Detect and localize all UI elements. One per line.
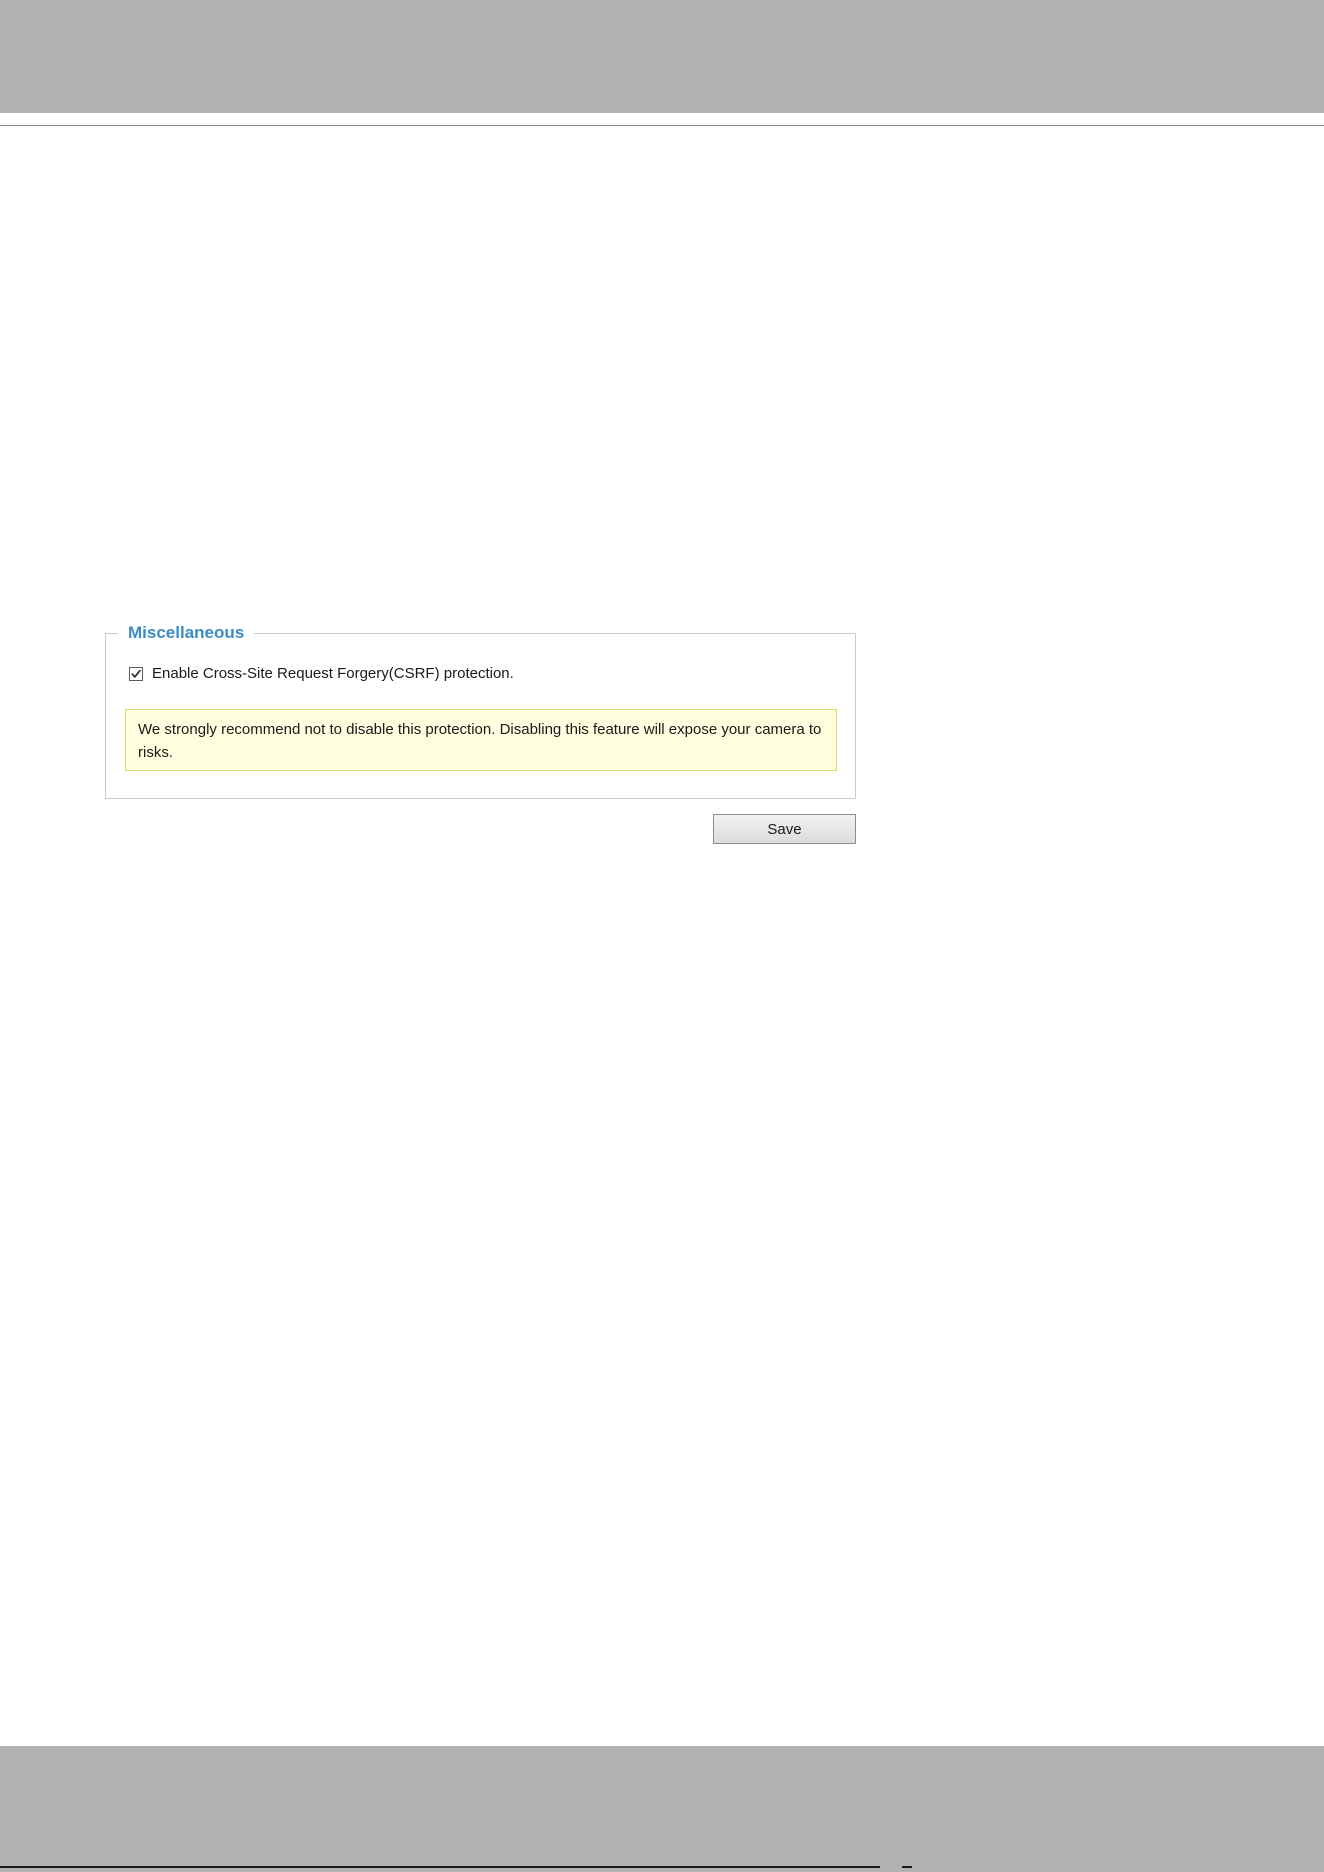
- csrf-option-row[interactable]: Enable Cross-Site Request Forgery(CSRF) …: [129, 664, 514, 684]
- fieldset-legend: Miscellaneous: [118, 621, 255, 645]
- footer-rule-tick: [902, 1866, 912, 1868]
- csrf-checkbox[interactable]: [129, 667, 143, 681]
- save-button[interactable]: Save: [713, 814, 856, 844]
- header-divider: [0, 125, 1324, 126]
- checkmark-icon: [131, 669, 141, 678]
- csrf-warning-message: We strongly recommend not to disable thi…: [125, 709, 837, 771]
- csrf-checkbox-label[interactable]: Enable Cross-Site Request Forgery(CSRF) …: [152, 664, 514, 684]
- page-footer-bar: [0, 1746, 1324, 1872]
- page-header-bar: [0, 0, 1324, 113]
- footer-rule: [0, 1866, 880, 1868]
